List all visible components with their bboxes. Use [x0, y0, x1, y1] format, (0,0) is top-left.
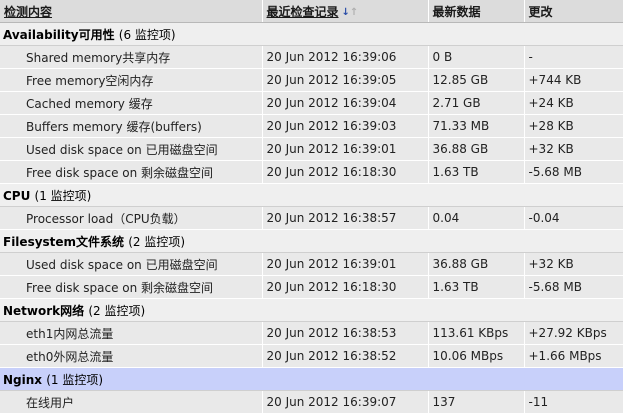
- item-name: Free memory空闲内存: [0, 68, 263, 92]
- table-row: Free disk space on 剩余磁盘空间 20 Jun 2012 16:…: [0, 275, 623, 299]
- item-change: +24 KB: [524, 91, 623, 115]
- group-row[interactable]: Filesystem文件系统 (2 监控项): [0, 229, 623, 253]
- item-lastvalue: 0 B: [428, 45, 525, 69]
- group-name: Filesystem文件系统: [3, 234, 125, 249]
- group-count: (1 监控项): [34, 188, 92, 203]
- table-row: Processor load（CPU负载） 20 Jun 2012 16:38:5…: [0, 206, 623, 230]
- item-lastcheck: 20 Jun 2012 16:18:30: [262, 275, 429, 299]
- group-count: (1 监控项): [46, 372, 104, 387]
- item-lastcheck: 20 Jun 2012 16:18:30: [262, 160, 429, 184]
- item-lastcheck: 20 Jun 2012 16:39:03: [262, 114, 429, 138]
- item-change: +32 KB: [524, 252, 623, 276]
- table-row: Free memory空闲内存 20 Jun 2012 16:39:05 12.85…: [0, 68, 623, 92]
- item-change: -5.68 MB: [524, 275, 623, 299]
- group-name: CPU: [3, 188, 31, 203]
- item-lastcheck: 20 Jun 2012 16:38:57: [262, 206, 429, 230]
- item-lastvalue: 0.04: [428, 206, 525, 230]
- column-header-item[interactable]: 检测内容: [0, 0, 263, 23]
- item-name: eth0外网总流量: [0, 344, 263, 368]
- group-header[interactable]: Filesystem文件系统 (2 监控项): [0, 229, 623, 253]
- item-name: eth1内网总流量: [0, 321, 263, 345]
- group-row[interactable]: CPU (1 监控项): [0, 183, 623, 207]
- item-lastcheck: 20 Jun 2012 16:39:06: [262, 45, 429, 69]
- item-lastvalue: 113.61 KBps: [428, 321, 525, 345]
- table-row: eth0外网总流量 20 Jun 2012 16:38:52 10.06 MBps +…: [0, 344, 623, 368]
- item-name: Free disk space on 剩余磁盘空间: [0, 275, 263, 299]
- item-lastcheck: 20 Jun 2012 16:38:52: [262, 344, 429, 368]
- table-row: Cached memory 缓存 20 Jun 2012 16:39:04 2.71…: [0, 91, 623, 115]
- item-name: Shared memory共享内存: [0, 45, 263, 69]
- item-lastvalue: 12.85 GB: [428, 68, 525, 92]
- sort-desc-icon[interactable]: ↓↑: [342, 7, 359, 18]
- table-header-row: 检测内容 最近检查记录 ↓↑ 最新数据 更改: [0, 0, 623, 23]
- item-lastcheck: 20 Jun 2012 16:38:53: [262, 321, 429, 345]
- item-change: +28 KB: [524, 114, 623, 138]
- item-change: +744 KB: [524, 68, 623, 92]
- table-row: Shared memory共享内存 20 Jun 2012 16:39:06 0 B…: [0, 45, 623, 69]
- item-lastvalue: 36.88 GB: [428, 137, 525, 161]
- column-header-lastvalue: 最新数据: [428, 0, 525, 23]
- item-lastvalue: 10.06 MBps: [428, 344, 525, 368]
- item-lastcheck: 20 Jun 2012 16:39:01: [262, 137, 429, 161]
- latest-data-table: 检测内容 最近检查记录 ↓↑ 最新数据 更改 Availability可用性 (6…: [0, 0, 623, 414]
- item-name: Cached memory 缓存: [0, 91, 263, 115]
- item-change: -: [524, 45, 623, 69]
- group-row[interactable]: Nginx (1 监控项): [0, 367, 623, 391]
- item-name: Free disk space on 剩余磁盘空间: [0, 160, 263, 184]
- item-lastvalue: 137: [428, 390, 525, 414]
- group-header[interactable]: Nginx (1 监控项): [0, 367, 623, 391]
- item-name: Used disk space on 已用磁盘空间: [0, 252, 263, 276]
- group-count: (6 监控项): [118, 27, 176, 42]
- group-count: (2 监控项): [128, 234, 186, 249]
- item-name: Used disk space on 已用磁盘空间: [0, 137, 263, 161]
- column-header-lastcheck[interactable]: 最近检查记录 ↓↑: [262, 0, 429, 23]
- group-row[interactable]: Network网络 (2 监控项): [0, 298, 623, 322]
- item-lastcheck: 20 Jun 2012 16:39:01: [262, 252, 429, 276]
- group-name: Availability可用性: [3, 27, 115, 42]
- table-row: eth1内网总流量 20 Jun 2012 16:38:53 113.61 KBps…: [0, 321, 623, 345]
- group-header[interactable]: Network网络 (2 监控项): [0, 298, 623, 322]
- table-row: Used disk space on 已用磁盘空间 20 Jun 2012 16:…: [0, 252, 623, 276]
- item-name: 在线用户: [0, 390, 263, 414]
- item-name: Processor load（CPU负载）: [0, 206, 263, 230]
- table-row: Free disk space on 剩余磁盘空间 20 Jun 2012 16:…: [0, 160, 623, 184]
- item-change: +1.66 MBps: [524, 344, 623, 368]
- table-row: 在线用户 20 Jun 2012 16:39:07 137 -11: [0, 390, 623, 414]
- item-change: -11: [524, 390, 623, 414]
- item-lastcheck: 20 Jun 2012 16:39:05: [262, 68, 429, 92]
- item-lastcheck: 20 Jun 2012 16:39:04: [262, 91, 429, 115]
- item-lastvalue: 1.63 TB: [428, 160, 525, 184]
- item-lastvalue: 36.88 GB: [428, 252, 525, 276]
- item-lastvalue: 1.63 TB: [428, 275, 525, 299]
- group-header[interactable]: CPU (1 监控项): [0, 183, 623, 207]
- item-name: Buffers memory 缓存(buffers): [0, 114, 263, 138]
- group-name: Nginx: [3, 372, 43, 387]
- item-change: -0.04: [524, 206, 623, 230]
- group-header[interactable]: Availability可用性 (6 监控项): [0, 22, 623, 46]
- item-change: -5.68 MB: [524, 160, 623, 184]
- table-row: Used disk space on 已用磁盘空间 20 Jun 2012 16:…: [0, 137, 623, 161]
- item-change: +32 KB: [524, 137, 623, 161]
- table-body: Availability可用性 (6 监控项) Shared memory共享内存…: [0, 22, 623, 414]
- group-count: (2 监控项): [88, 303, 146, 318]
- item-change: +27.92 KBps: [524, 321, 623, 345]
- table-row: Buffers memory 缓存(buffers) 20 Jun 2012 16…: [0, 114, 623, 138]
- item-lastcheck: 20 Jun 2012 16:39:07: [262, 390, 429, 414]
- item-lastvalue: 71.33 MB: [428, 114, 525, 138]
- group-name: Network网络: [3, 303, 85, 318]
- column-header-change: 更改: [524, 0, 623, 23]
- item-lastvalue: 2.71 GB: [428, 91, 525, 115]
- group-row[interactable]: Availability可用性 (6 监控项): [0, 22, 623, 46]
